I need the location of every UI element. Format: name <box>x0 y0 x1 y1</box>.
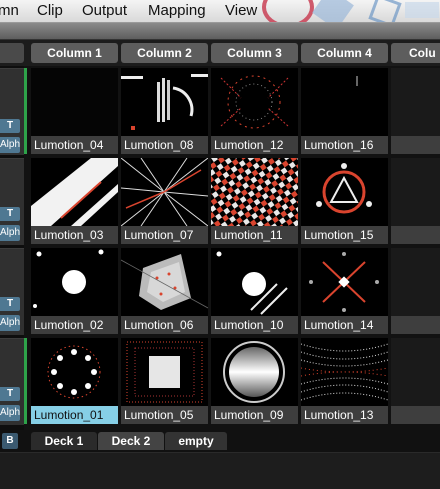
clip-label: Lumotion_13 <box>301 406 388 424</box>
clip-thumbnail <box>31 158 118 226</box>
active-layer-indicator <box>24 68 27 154</box>
layer-strip: T Alph T Alph T Alph T Alph <box>0 66 24 430</box>
clip-label: Lumotion_16 <box>301 136 388 154</box>
layer-3-header[interactable]: T Alph <box>0 158 24 245</box>
clip-thumbnail <box>211 158 298 226</box>
toolbar-strip <box>0 23 440 40</box>
clip-cell[interactable]: Lumotion_09 <box>211 338 298 424</box>
clip-cell[interactable]: Lumotion_13 <box>301 338 388 424</box>
layer-2-blend-mode[interactable]: Alph <box>0 315 20 331</box>
clip-label: Lumotion_09 <box>211 406 298 424</box>
menu-view[interactable]: View <box>225 2 257 19</box>
clip-cell[interactable]: Lumotion_12 <box>211 68 298 154</box>
clip-thumbnail <box>121 158 208 226</box>
column-1-button[interactable]: Column 1 <box>31 43 118 63</box>
bottom-panel <box>0 452 440 489</box>
clip-label: Lumotion_02 <box>31 316 118 334</box>
menu-output[interactable]: Output <box>82 2 127 19</box>
wallpaper-decoration <box>368 0 402 22</box>
layer-1-toggle-button[interactable]: T <box>0 387 20 401</box>
clip-label: Lumotion_04 <box>31 136 118 154</box>
clip-label: Lumotion_05 <box>121 406 208 424</box>
layer-1-blend-mode[interactable]: Alph <box>0 405 20 421</box>
clip-label: Lumotion_11 <box>211 226 298 244</box>
empty-clip-slot[interactable] <box>391 158 440 244</box>
empty-clip-slot[interactable] <box>391 248 440 334</box>
deck-tab-2[interactable]: Deck 2 <box>98 432 164 450</box>
clip-thumbnail <box>211 68 298 136</box>
clip-label: Lumotion_12 <box>211 136 298 154</box>
clip-cell[interactable]: Lumotion_04 <box>31 68 118 154</box>
layer-1-header[interactable]: T Alph <box>0 338 24 425</box>
clip-cell[interactable]: Lumotion_15 <box>301 158 388 244</box>
clip-thumbnail <box>301 338 388 406</box>
wallpaper-decoration <box>405 2 439 18</box>
layer-2-toggle-button[interactable]: T <box>0 297 20 311</box>
clip-thumbnail <box>121 68 208 136</box>
clip-label: Lumotion_08 <box>121 136 208 154</box>
menu-column[interactable]: mn <box>0 2 19 19</box>
menu-clip[interactable]: Clip <box>37 2 63 19</box>
clip-cell[interactable]: Lumotion_10 <box>211 248 298 334</box>
clip-label: Lumotion_07 <box>121 226 208 244</box>
clip-cell[interactable]: Lumotion_07 <box>121 158 208 244</box>
clip-thumbnail <box>301 248 388 316</box>
wallpaper-decoration <box>262 0 314 22</box>
clip-label: Lumotion_10 <box>211 316 298 334</box>
clip-cell[interactable]: Lumotion_16 <box>301 68 388 154</box>
layer-4-toggle-button[interactable]: T <box>0 119 20 133</box>
layer-3-toggle-button[interactable]: T <box>0 207 20 221</box>
clip-label: Lumotion_14 <box>301 316 388 334</box>
clip-thumbnail <box>31 338 118 406</box>
b-button[interactable]: B <box>2 433 18 449</box>
clip-thumbnail <box>31 68 118 136</box>
clip-cell[interactable]: Lumotion_14 <box>301 248 388 334</box>
clip-thumbnail <box>301 158 388 226</box>
deck-bar: B Deck 1 Deck 2 empty <box>0 430 440 452</box>
clip-cell[interactable]: Lumotion_11 <box>211 158 298 244</box>
clip-label-selected: Lumotion_01 <box>31 406 118 424</box>
empty-clip-slot[interactable] <box>391 68 440 154</box>
clip-cell[interactable]: Lumotion_03 <box>31 158 118 244</box>
clip-label: Lumotion_03 <box>31 226 118 244</box>
menu-mapping[interactable]: Mapping <box>148 2 206 19</box>
clip-thumbnail <box>211 248 298 316</box>
column-3-button[interactable]: Column 3 <box>211 43 298 63</box>
clip-cell[interactable]: Lumotion_05 <box>121 338 208 424</box>
menu-bar: mn Clip Output Mapping View <box>0 0 440 23</box>
clip-thumbnail <box>121 338 208 406</box>
layer-4-header[interactable]: T Alph <box>0 68 24 155</box>
column-5-button[interactable]: Colu <box>391 43 440 63</box>
clip-cell[interactable]: Lumotion_01 <box>31 338 118 424</box>
empty-clip-slot[interactable] <box>391 338 440 424</box>
column-header-row: Column 1 Column 2 Column 3 Column 4 Colu <box>0 40 440 66</box>
column-4-button[interactable]: Column 4 <box>301 43 388 63</box>
clip-label: Lumotion_06 <box>121 316 208 334</box>
clip-thumbnail <box>211 338 298 406</box>
clip-cell[interactable]: Lumotion_02 <box>31 248 118 334</box>
layer-3-blend-mode[interactable]: Alph <box>0 225 20 241</box>
deck-tab-1[interactable]: Deck 1 <box>31 432 97 450</box>
clip-thumbnail <box>121 248 208 316</box>
clip-cell[interactable]: Lumotion_08 <box>121 68 208 154</box>
clip-thumbnail <box>31 248 118 316</box>
clip-cell[interactable]: Lumotion_06 <box>121 248 208 334</box>
deck-tab-empty[interactable]: empty <box>165 432 227 450</box>
layer-4-blend-mode[interactable]: Alph <box>0 137 20 153</box>
layer-2-header[interactable]: T Alph <box>0 248 24 335</box>
column-2-button[interactable]: Column 2 <box>121 43 208 63</box>
wallpaper-decoration <box>312 0 354 22</box>
clip-thumbnail <box>301 68 388 136</box>
active-layer-indicator <box>24 338 27 424</box>
clip-label: Lumotion_15 <box>301 226 388 244</box>
layer-header-cap <box>0 43 24 63</box>
